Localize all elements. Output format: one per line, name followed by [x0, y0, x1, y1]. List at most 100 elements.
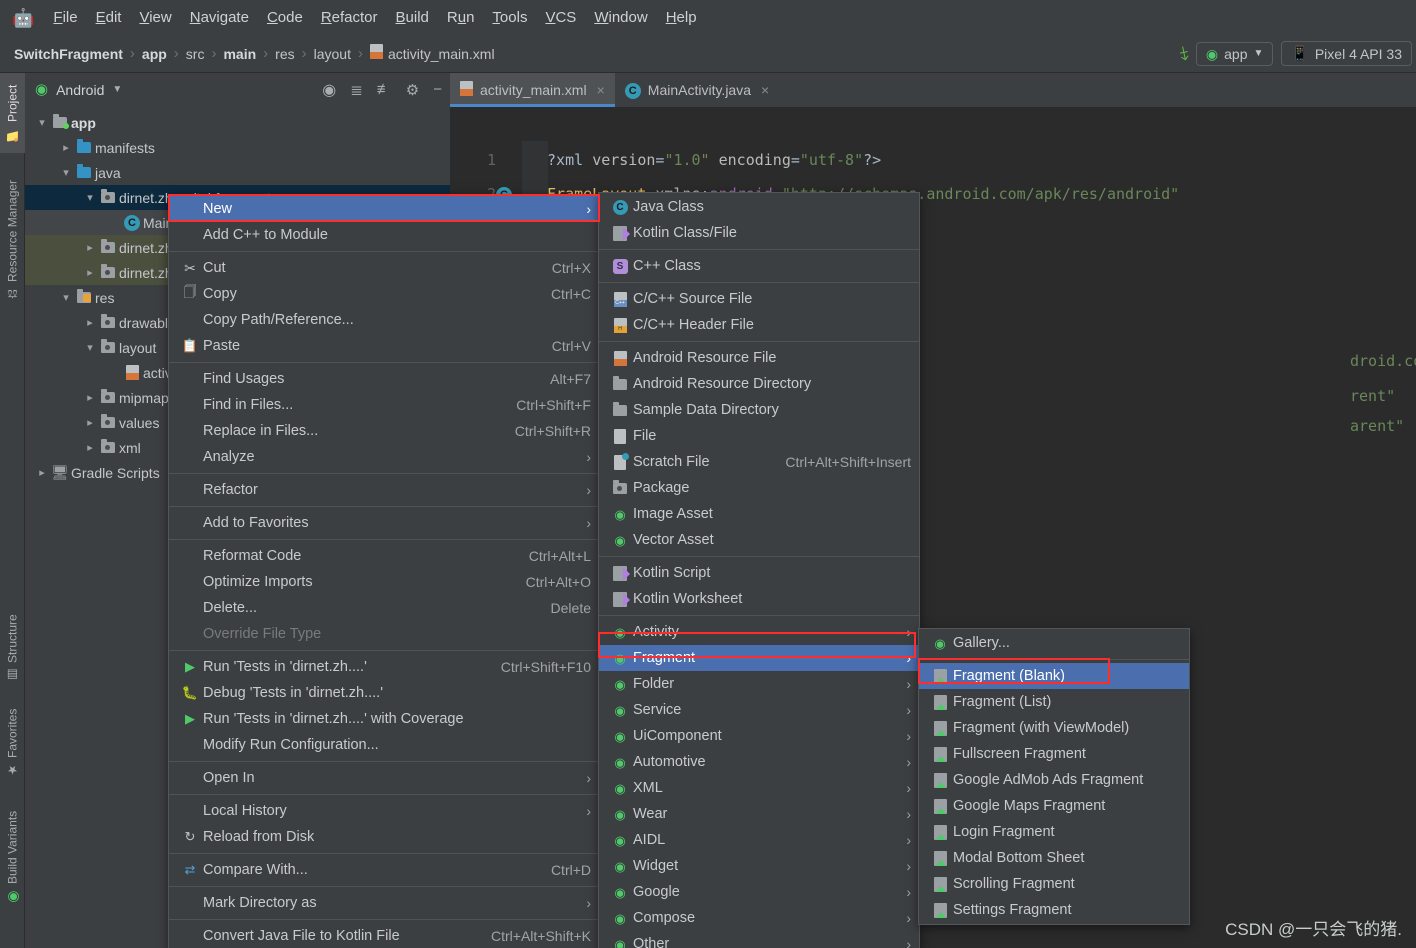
menubar-item-edit[interactable]: Edit	[87, 6, 131, 29]
chevron-right-icon[interactable]: ▸	[83, 391, 97, 404]
collapse-all-icon[interactable]: ≢	[377, 81, 392, 98]
menu-item-scrolling-fragment[interactable]: Scrolling Fragment	[919, 871, 1189, 897]
menu-item-android-resource-file[interactable]: Android Resource File	[599, 345, 919, 371]
device-selector[interactable]: 📱 Pixel 4 API 33	[1281, 41, 1412, 66]
menu-item-gallery[interactable]: ◉ Gallery...	[919, 630, 1189, 656]
chevron-right-icon[interactable]: ▸	[35, 466, 49, 479]
menu-item-fullscreen-fragment[interactable]: Fullscreen Fragment	[919, 741, 1189, 767]
sidebar-tab-resource-manager[interactable]: ⚖ Resource Manager	[0, 158, 25, 323]
menu-item-compare-with[interactable]: ⇄ Compare With... Ctrl+D	[169, 857, 599, 883]
menu-item-paste[interactable]: 📋 Paste Ctrl+V	[169, 333, 599, 359]
menu-item-find-usages[interactable]: Find Usages Alt+F7	[169, 366, 599, 392]
menu-item-google-admob-ads-fragment[interactable]: Google AdMob Ads Fragment	[919, 767, 1189, 793]
menubar-item-navigate[interactable]: Navigate	[181, 6, 258, 29]
menu-item-convert-java-file-to-kotlin-file[interactable]: Convert Java File to Kotlin File Ctrl+Alt…	[169, 923, 599, 948]
menu-item-analyze[interactable]: Analyze ›	[169, 444, 599, 470]
menu-item-wear[interactable]: ◉ Wear ›	[599, 801, 919, 827]
menubar-item-tools[interactable]: Tools	[483, 6, 536, 29]
menu-item-kotlin-script[interactable]: Kotlin Script	[599, 560, 919, 586]
menu-item-google[interactable]: ◉ Google ›	[599, 879, 919, 905]
menu-item-debug-tests-in-dirnet-zh[interactable]: 🐛 Debug 'Tests in 'dirnet.zh....'	[169, 680, 599, 706]
sidebar-tab-structure[interactable]: ▤ Structure	[0, 603, 25, 693]
context-menu[interactable]: New › Add C++ to Module ✂ Cut Ctrl+X 🗍 Copy Ctrl…	[168, 194, 600, 948]
chevron-down-icon[interactable]: ▾	[35, 116, 49, 129]
target-locate-icon[interactable]: ◉	[322, 80, 336, 100]
menu-item-run-tests-in-dirnet-zh[interactable]: ▶ Run 'Tests in 'dirnet.zh....' Ctrl+Shift…	[169, 654, 599, 680]
breadcrumb[interactable]: SwitchFragment › app › src › main › res › layout › a…	[0, 43, 495, 64]
menubar-item-code[interactable]: Code	[258, 6, 312, 29]
menu-item-image-asset[interactable]: ◉ Image Asset	[599, 501, 919, 527]
menu-item-settings-fragment[interactable]: Settings Fragment	[919, 897, 1189, 923]
menu-item-login-fragment[interactable]: Login Fragment	[919, 819, 1189, 845]
breadcrumb-item[interactable]: SwitchFragment	[14, 46, 123, 62]
expand-all-icon[interactable]: ≣	[350, 81, 363, 99]
module-selector[interactable]: ◉ app ▼	[1195, 41, 1274, 66]
breadcrumb-item[interactable]: activity_main.xml	[388, 46, 495, 62]
chevron-down-icon[interactable]: ▼	[112, 84, 122, 95]
menu-item-fragment-blank[interactable]: Fragment (Blank)	[919, 663, 1189, 689]
new-submenu[interactable]: C Java Class Kotlin Class/File S C++ Class C+…	[598, 192, 920, 948]
menu-item-find-in-files[interactable]: Find in Files... Ctrl+Shift+F	[169, 392, 599, 418]
menu-item-local-history[interactable]: Local History ›	[169, 798, 599, 824]
menu-item-modal-bottom-sheet[interactable]: Modal Bottom Sheet	[919, 845, 1189, 871]
menu-item-add-c-to-module[interactable]: Add C++ to Module	[169, 222, 599, 248]
editor-tab[interactable]: activity_main.xml ×	[450, 73, 615, 107]
menu-item-package[interactable]: Package	[599, 475, 919, 501]
menu-item-copy-path-reference[interactable]: Copy Path/Reference...	[169, 307, 599, 333]
menu-item-run-tests-in-dirnet-zh-with-coverage[interactable]: ▶ Run 'Tests in 'dirnet.zh....' with Cove…	[169, 706, 599, 732]
menu-item-modify-run-configuration[interactable]: Modify Run Configuration...	[169, 732, 599, 758]
menubar-item-view[interactable]: View	[130, 6, 180, 29]
menu-item-reformat-code[interactable]: Reformat Code Ctrl+Alt+L	[169, 543, 599, 569]
chevron-down-icon[interactable]: ▾	[59, 291, 73, 304]
menu-item-c-c-source-file[interactable]: C++ C/C++ Source File	[599, 286, 919, 312]
menu-item-c-class[interactable]: S C++ Class	[599, 253, 919, 279]
breadcrumb-item[interactable]: main	[223, 46, 256, 62]
menu-item-replace-in-files[interactable]: Replace in Files... Ctrl+Shift+R	[169, 418, 599, 444]
chevron-right-icon[interactable]: ▸	[83, 266, 97, 279]
breadcrumb-item[interactable]: res	[275, 46, 294, 62]
menu-item-add-to-favorites[interactable]: Add to Favorites ›	[169, 510, 599, 536]
menu-item-delete[interactable]: Delete... Delete	[169, 595, 599, 621]
menu-item-kotlin-worksheet[interactable]: Kotlin Worksheet	[599, 586, 919, 612]
menu-item-reload-from-disk[interactable]: ↻ Reload from Disk	[169, 824, 599, 850]
editor-tab[interactable]: C MainActivity.java ×	[615, 73, 779, 107]
menu-item-compose[interactable]: ◉ Compose ›	[599, 905, 919, 931]
menubar-item-run[interactable]: Run	[438, 6, 484, 29]
menu-item-kotlin-class-file[interactable]: Kotlin Class/File	[599, 220, 919, 246]
chevron-right-icon[interactable]: ▸	[83, 241, 97, 254]
breadcrumb-item[interactable]: app	[142, 46, 167, 62]
menubar-item-build[interactable]: Build	[387, 6, 438, 29]
chevron-right-icon[interactable]: ▸	[83, 416, 97, 429]
close-icon[interactable]: ×	[597, 82, 605, 98]
tree-node[interactable]: ▸ manifests	[25, 135, 450, 160]
tree-node[interactable]: ▾ app	[25, 110, 450, 135]
menu-item-service[interactable]: ◉ Service ›	[599, 697, 919, 723]
sidebar-tab-build-variants[interactable]: ◉ Build Variants	[0, 798, 25, 918]
menubar-item-help[interactable]: Help	[657, 6, 706, 29]
menu-item-other[interactable]: ◉ Other ›	[599, 931, 919, 948]
menubar-item-window[interactable]: Window	[585, 6, 656, 29]
menu-item-fragment-with-viewmodel[interactable]: Fragment (with ViewModel)	[919, 715, 1189, 741]
menu-item-vector-asset[interactable]: ◉ Vector Asset	[599, 527, 919, 553]
chevron-right-icon[interactable]: ▸	[59, 141, 73, 154]
sidebar-tab-favorites[interactable]: ★ Favorites	[0, 698, 25, 788]
menu-item-aidl[interactable]: ◉ AIDL ›	[599, 827, 919, 853]
menubar-item-refactor[interactable]: Refactor	[312, 6, 387, 29]
gear-icon[interactable]: ⚙	[406, 81, 419, 99]
build-hammer-icon[interactable]: ⤈	[1177, 42, 1190, 65]
menu-item-refactor[interactable]: Refactor ›	[169, 477, 599, 503]
menu-item-copy[interactable]: 🗍 Copy Ctrl+C	[169, 281, 599, 307]
menu-item-c-c-header-file[interactable]: H C/C++ Header File	[599, 312, 919, 338]
menu-item-fragment[interactable]: ◉ Fragment ›	[599, 645, 919, 671]
menubar-item-vcs[interactable]: VCS	[536, 6, 585, 29]
chevron-down-icon[interactable]: ▾	[59, 166, 73, 179]
menu-item-widget[interactable]: ◉ Widget ›	[599, 853, 919, 879]
menu-item-file[interactable]: File	[599, 423, 919, 449]
menu-item-new[interactable]: New ›	[169, 196, 599, 222]
chevron-right-icon[interactable]: ▸	[83, 316, 97, 329]
project-view-selector[interactable]: Android	[56, 82, 104, 98]
menu-item-fragment-list[interactable]: Fragment (List)	[919, 689, 1189, 715]
minimize-icon[interactable]: −	[433, 81, 442, 98]
menu-item-google-maps-fragment[interactable]: Google Maps Fragment	[919, 793, 1189, 819]
menu-item-activity[interactable]: ◉ Activity ›	[599, 619, 919, 645]
